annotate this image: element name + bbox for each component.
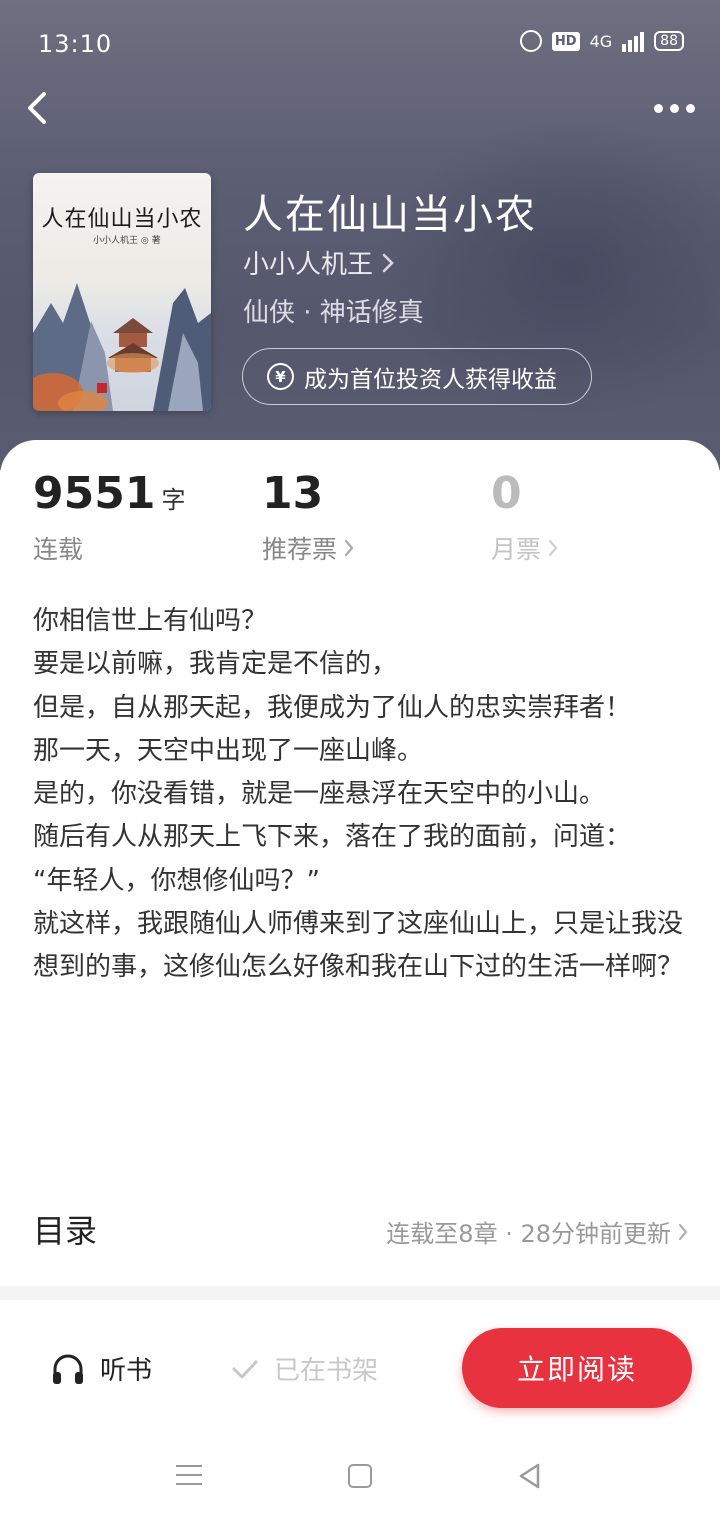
word-count: 9551 <box>33 468 156 519</box>
synopsis-line: 但是，自从那天起，我便成为了仙人的忠实崇拜者！ <box>33 692 632 723</box>
listen-button[interactable]: 听书 <box>50 1350 152 1387</box>
headphones-icon <box>53 1354 83 1384</box>
toc-title: 目录 <box>33 1212 98 1250</box>
synopsis-line: 是的，你没看错，就是一座悬浮在天空中的小山。 <box>33 779 606 810</box>
book-synopsis: 你相信世上有仙吗？ 要是以前嘛，我肯定是不信的， 但是，自从那天起，我便成为了仙… <box>33 600 683 990</box>
listen-label: 听书 <box>100 1356 153 1386</box>
status-bar: 13:10 HD 4G 88 <box>0 0 720 88</box>
chevron-right-icon <box>548 539 558 557</box>
book-cover[interactable]: 人在仙山当小农 小小人机王 ◎ 著 <box>33 173 211 411</box>
update-status: 连载至8章 · 28分钟前更新 <box>386 1220 671 1248</box>
invest-button[interactable]: ¥ 成为首位投资人获得收益 <box>242 348 592 405</box>
status-time: 13:10 <box>38 30 113 58</box>
cover-title: 人在仙山当小农 <box>41 207 203 232</box>
author-link[interactable]: 小小人机王 <box>243 244 395 281</box>
shelf-label: 已在书架 <box>274 1356 379 1386</box>
chevron-right-icon <box>678 1223 688 1240</box>
back-icon[interactable] <box>18 86 62 130</box>
cover-illustration <box>33 283 211 411</box>
book-title: 人在仙山当小农 <box>243 192 537 238</box>
home-icon[interactable] <box>348 1464 372 1488</box>
monthly-label: 月票 <box>491 535 542 564</box>
book-genre: 仙侠 · 神话修真 <box>243 298 424 328</box>
yen-icon: ¥ <box>267 363 294 390</box>
nav-back-icon[interactable] <box>516 1462 544 1490</box>
section-divider <box>0 1286 720 1300</box>
network-label: 4G <box>589 31 613 51</box>
invest-label: 成为首位投资人获得收益 <box>304 366 557 393</box>
toc-info: 连载至8章 · 28分钟前更新 <box>386 1214 689 1249</box>
stat-words: 9551 字 <box>33 468 185 519</box>
more-icon[interactable] <box>654 96 698 120</box>
recommend-label: 推荐票 <box>262 535 338 564</box>
alarm-icon <box>519 30 542 52</box>
serial-status: 连载 <box>33 535 84 564</box>
recommend-count: 13 <box>262 468 324 519</box>
table-of-contents-row[interactable]: 目录 连载至8章 · 28分钟前更新 <box>33 1206 689 1254</box>
synopsis-line: 要是以前嘛，我肯定是不信的， <box>33 649 398 680</box>
status-icons: HD 4G 88 <box>519 30 684 52</box>
hd-icon: HD <box>551 31 580 51</box>
monthly-count: 0 <box>491 468 522 519</box>
synopsis-line: 你相信世上有仙吗？ <box>33 606 268 636</box>
stat-recommend: 13 <box>262 468 323 519</box>
signal-icon <box>622 30 645 52</box>
bookshelf-status[interactable]: 已在书架 <box>230 1350 378 1387</box>
menu-icon[interactable] <box>176 1465 202 1485</box>
word-unit: 字 <box>161 486 186 514</box>
cover-author: 小小人机王 ◎ 著 <box>93 236 161 246</box>
check-icon <box>232 1360 258 1378</box>
stat-monthly: 0 <box>491 468 522 519</box>
author-name: 小小人机王 <box>243 250 374 280</box>
chevron-right-icon <box>344 539 354 557</box>
synopsis-line: “年轻人，你想修仙吗？” <box>33 865 320 896</box>
recommend-link[interactable]: 推荐票 <box>262 530 355 566</box>
chevron-right-icon <box>382 253 394 272</box>
monthly-link[interactable]: 月票 <box>491 530 559 566</box>
battery-icon: 88 <box>654 31 684 51</box>
synopsis-line: 就这样，我跟随仙人师傅来到了这座仙山上，只是让我没想到的事，这修仙怎么好像和我在… <box>33 909 684 983</box>
synopsis-line: 那一天，天空中出现了一座山峰。 <box>33 735 424 766</box>
read-label: 立即阅读 <box>516 1353 637 1386</box>
synopsis-line: 随后有人从那天上飞下来，落在了我的面前，问道： <box>33 822 632 853</box>
read-now-button[interactable]: 立即阅读 <box>462 1328 692 1408</box>
